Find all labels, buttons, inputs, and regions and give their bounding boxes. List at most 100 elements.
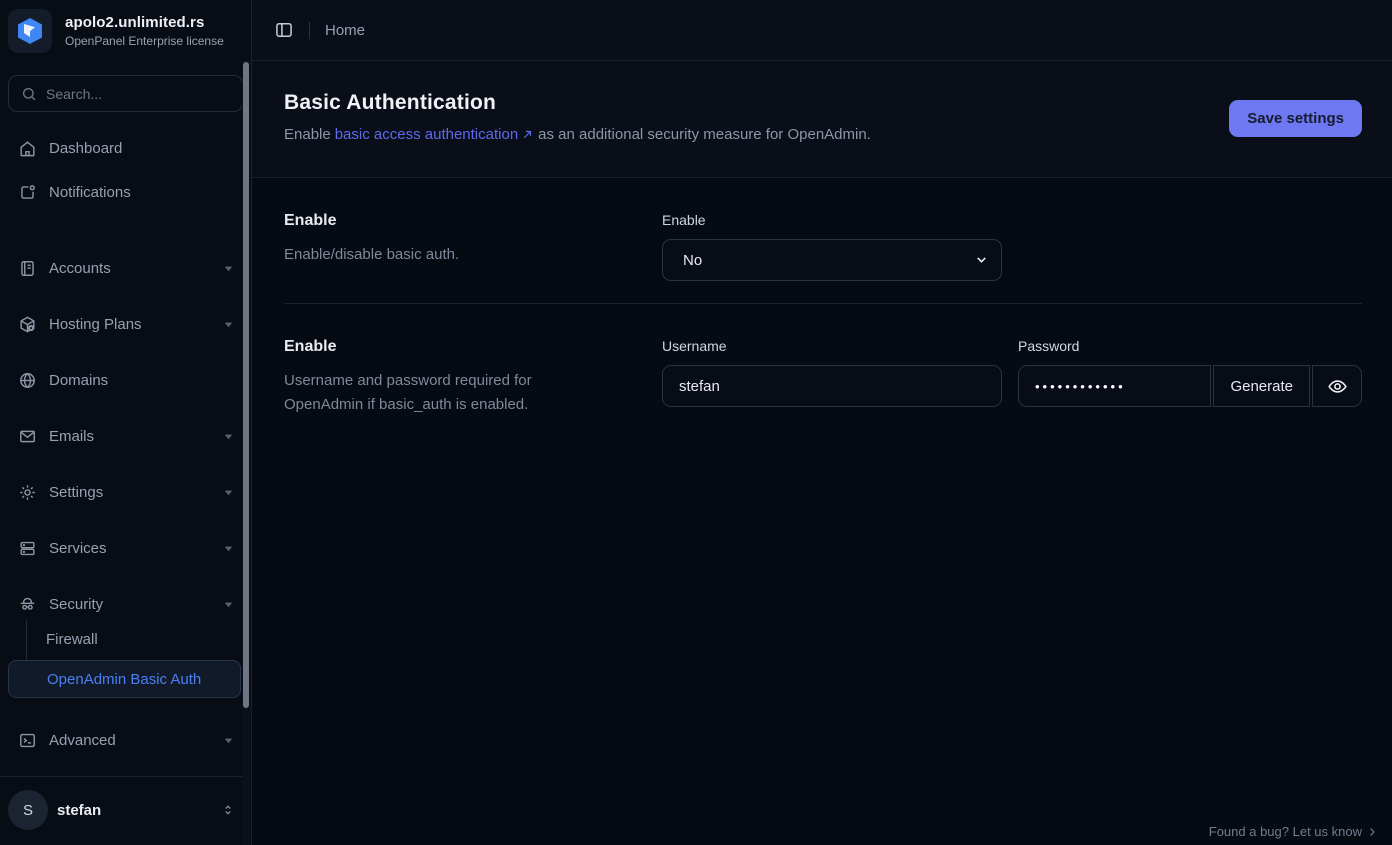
sidebar-item-label: Hosting Plans <box>49 316 211 333</box>
enable-field-block: Enable No <box>662 212 1002 281</box>
form-content: Enable Enable/disable basic auth. Enable… <box>252 178 1392 439</box>
row-heading: Enable <box>284 212 646 230</box>
chevron-down-icon <box>223 319 234 330</box>
password-field-block: Password Generate <box>1018 338 1362 417</box>
user-menu[interactable]: S stefan <box>0 776 251 845</box>
advanced-icon <box>17 730 37 750</box>
security-icon <box>17 594 37 614</box>
topbar-divider <box>309 22 310 39</box>
chevron-down-icon <box>223 599 234 610</box>
sidebar-item-services[interactable]: Services <box>8 526 243 570</box>
sidebar-search[interactable] <box>8 75 243 112</box>
search-icon <box>21 86 37 102</box>
chevron-down-icon <box>223 735 234 746</box>
sidebar-item-label: Advanced <box>49 732 211 749</box>
domains-icon <box>17 370 37 390</box>
sidebar-toggle-icon[interactable] <box>274 20 294 40</box>
chevron-down-icon <box>223 431 234 442</box>
row-heading-block: Enable Enable/disable basic auth. <box>284 212 646 281</box>
server-hostname: apolo2.unlimited.rs <box>65 14 224 31</box>
field-label: Password <box>1018 338 1362 354</box>
sidebar-item-hosting-plans[interactable]: Hosting Plans <box>8 302 243 346</box>
sidebar-item-notifications[interactable]: Notifications <box>8 170 243 214</box>
chevron-down-icon <box>223 487 234 498</box>
eye-icon <box>1327 376 1348 397</box>
search-input[interactable] <box>46 86 196 102</box>
generate-password-button[interactable]: Generate <box>1213 365 1310 407</box>
row-description: Enable/disable basic auth. <box>284 243 544 267</box>
chevron-down-icon <box>223 543 234 554</box>
openpanel-logo-icon <box>8 9 52 53</box>
breadcrumb[interactable]: Home <box>325 22 365 39</box>
sidebar-item-dashboard[interactable]: Dashboard <box>8 126 243 170</box>
caret-up-down-icon <box>221 803 235 817</box>
sidebar-item-advanced[interactable]: Advanced <box>8 718 243 762</box>
username-field-block: Username <box>662 338 1002 417</box>
username-label: stefan <box>57 802 212 819</box>
emails-icon <box>17 426 37 446</box>
sidebar-item-label: Firewall <box>46 631 98 648</box>
sidebar-scroll-area: Dashboard Notifications Accounts <box>0 62 251 845</box>
sidebar-item-label: Security <box>49 596 211 613</box>
sidebar-item-accounts[interactable]: Accounts <box>8 246 243 290</box>
subtitle-suffix: as an additional security measure for Op… <box>538 126 871 143</box>
settings-icon <box>17 482 37 502</box>
sidebar-item-label: Emails <box>49 428 211 445</box>
row-description: Username and password required for OpenA… <box>284 369 544 417</box>
app-window: apolo2.unlimited.rs OpenPanel Enterprise… <box>0 0 1392 845</box>
password-input[interactable] <box>1018 365 1211 407</box>
sidebar-scrollbar[interactable] <box>242 60 250 845</box>
enable-select[interactable]: No <box>662 239 1002 281</box>
bug-text: Found a bug? Let us know <box>1209 824 1362 839</box>
row-heading-block: Enable Username and password required fo… <box>284 338 646 417</box>
show-password-button[interactable] <box>1312 365 1362 407</box>
sidebar-item-firewall[interactable]: Firewall <box>8 620 241 658</box>
brand-header: apolo2.unlimited.rs OpenPanel Enterprise… <box>0 0 251 62</box>
field-label: Username <box>662 338 1002 354</box>
page-header: Basic Authentication Enable basic access… <box>252 61 1392 178</box>
chevron-down-icon <box>223 263 234 274</box>
advanced-wrap: Advanced <box>0 718 251 774</box>
sidebar-item-label: Accounts <box>49 260 211 277</box>
scrollbar-thumb[interactable] <box>243 62 249 708</box>
link-text: basic access authentication <box>335 126 518 143</box>
security-submenu: Firewall OpenAdmin Basic Auth <box>0 620 251 704</box>
page-title: Basic Authentication <box>284 91 871 115</box>
sidebar-item-openadmin-basic-auth[interactable]: OpenAdmin Basic Auth <box>8 660 241 698</box>
notifications-icon <box>17 182 37 202</box>
services-icon <box>17 538 37 558</box>
accounts-icon <box>17 258 37 278</box>
sidebar-item-label: Services <box>49 540 211 557</box>
sidebar-item-domains[interactable]: Domains <box>8 358 243 402</box>
sidebar: apolo2.unlimited.rs OpenPanel Enterprise… <box>0 0 252 845</box>
save-settings-button[interactable]: Save settings <box>1229 100 1362 137</box>
sidebar-item-label: Domains <box>49 372 234 389</box>
row-heading: Enable <box>284 338 646 356</box>
chevron-right-icon <box>1366 826 1378 838</box>
home-icon <box>17 138 37 158</box>
sidebar-item-label: Settings <box>49 484 211 501</box>
report-bug-link[interactable]: Found a bug? Let us know <box>1209 824 1392 845</box>
sidebar-item-emails[interactable]: Emails <box>8 414 243 458</box>
avatar: S <box>8 790 48 830</box>
sidebar-section-gap <box>0 214 251 246</box>
page-subtitle: Enable basic access authentication as an… <box>284 126 871 143</box>
enable-select-wrap: No <box>662 239 1002 281</box>
sidebar-item-settings[interactable]: Settings <box>8 470 243 514</box>
basic-auth-doc-link[interactable]: basic access authentication <box>335 126 534 143</box>
topbar: Home <box>252 0 1392 61</box>
username-input[interactable] <box>662 365 1002 407</box>
sidebar-item-label: Dashboard <box>49 140 234 157</box>
subtitle-prefix: Enable <box>284 126 331 143</box>
page-header-text: Basic Authentication Enable basic access… <box>284 91 871 143</box>
sidebar-item-label: Notifications <box>49 184 234 201</box>
brand-text: apolo2.unlimited.rs OpenPanel Enterprise… <box>65 14 224 48</box>
form-row-enable: Enable Enable/disable basic auth. Enable… <box>284 178 1362 304</box>
external-link-icon <box>521 128 534 141</box>
main-area: Home Basic Authentication Enable basic a… <box>252 0 1392 845</box>
field-label: Enable <box>662 212 1002 228</box>
license-label: OpenPanel Enterprise license <box>65 34 224 48</box>
hosting-plans-icon <box>17 314 37 334</box>
form-row-credentials: Enable Username and password required fo… <box>284 304 1362 439</box>
password-group: Generate <box>1018 365 1362 407</box>
